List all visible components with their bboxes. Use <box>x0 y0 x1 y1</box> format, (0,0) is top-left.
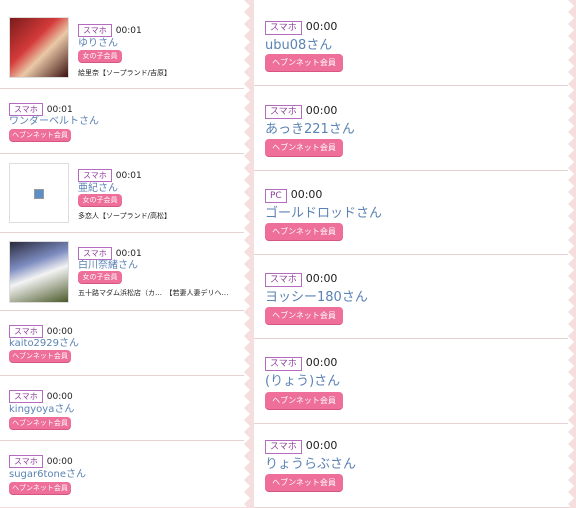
device-badge: スマホ <box>265 21 302 35</box>
user-name-link[interactable]: 亜紀さん <box>78 179 118 194</box>
member-button[interactable]: 女の子会員 <box>78 271 122 283</box>
time-label: 00:00 <box>305 272 338 285</box>
user-name-link[interactable]: ubu08さん <box>265 34 332 53</box>
left-column: スマホ 00:01 ゆりさん 女の子会員 絵里奈【ソープランド/吉原】 スマホ 00… <box>0 0 252 507</box>
member-button[interactable]: 女の子会員 <box>78 194 122 206</box>
time-label: 00:00 <box>305 356 338 369</box>
list-item: スマホ 00:01 亜紀さん 女の子会員 多恋人【ソープランド/高松】 <box>0 154 252 233</box>
member-button[interactable]: ヘブンネット会員 <box>265 307 343 324</box>
user-name-link[interactable]: kaito2929さん <box>9 334 79 349</box>
member-button[interactable]: ヘブンネット会員 <box>9 417 71 429</box>
list-item: スマホ 00:01 ゆりさん 女の子会員 絵里奈【ソープランド/吉原】 <box>0 0 252 89</box>
user-name-link[interactable]: ゆりさん <box>78 34 118 49</box>
time-label: 00:01 <box>115 26 142 36</box>
broken-image-icon <box>34 189 44 199</box>
user-name-link[interactable]: sugar6toneさん <box>9 465 86 480</box>
member-button[interactable]: ヘブンネット会員 <box>265 139 343 156</box>
member-button[interactable]: ヘブンネット会員 <box>265 54 343 71</box>
list-item: スマホ 00:00 りょうらぶさん ヘブンネット会員 <box>254 424 570 508</box>
member-button[interactable]: ヘブンネット会員 <box>9 129 71 141</box>
user-name-link[interactable]: kingyoyaさん <box>9 400 74 415</box>
right-column: スマホ 00:00 ubu08さん ヘブンネット会員 スマホ 00:00 あっき22… <box>254 0 570 508</box>
shop-link[interactable]: 多恋人【ソープランド/高松】 <box>78 211 244 221</box>
zigzag-divider <box>244 0 252 507</box>
member-button[interactable]: 女の子会員 <box>78 50 122 62</box>
member-button[interactable]: ヘブンネット会員 <box>9 482 71 494</box>
user-name-link[interactable]: (りょう)さん <box>265 370 340 389</box>
time-label: 00:00 <box>305 104 338 117</box>
list-item: スマホ 00:00 kingyoyaさん ヘブンネット会員 <box>0 376 252 441</box>
user-name-link[interactable]: りょうらぶさん <box>265 453 356 472</box>
device-badge: スマホ <box>265 440 302 454</box>
list-item: スマホ 00:01 白川奈緒さん 女の子会員 五十路マダム浜松店（カ… 【若妻人妻… <box>0 233 252 311</box>
shop-link[interactable]: 五十路マダム浜松店（カ… 【若妻人妻デリヘ… <box>78 288 244 298</box>
member-button[interactable]: ヘブンネット会員 <box>9 350 71 362</box>
time-label: 00:00 <box>290 188 323 201</box>
list-item: スマホ 00:00 kaito2929さん ヘブンネット会員 <box>0 311 252 376</box>
list-item: PC 00:00 ゴールドロッドさん ヘブンネット会員 <box>254 171 570 255</box>
device-badge: スマホ <box>265 105 302 119</box>
user-name-link[interactable]: あっき221さん <box>265 118 355 137</box>
shop-link[interactable]: 絵里奈【ソープランド/吉原】 <box>78 68 244 78</box>
device-badge: スマホ <box>265 357 302 371</box>
member-button[interactable]: ヘブンネット会員 <box>265 392 343 409</box>
device-badge: スマホ <box>265 273 302 287</box>
device-badge: PC <box>265 189 287 203</box>
list-item: スマホ 00:00 sugar6toneさん ヘブンネット会員 <box>0 441 252 507</box>
time-label: 00:00 <box>305 20 338 33</box>
user-name-link[interactable]: ヨッシー180さん <box>265 286 368 305</box>
image-placeholder <box>9 163 69 223</box>
user-thumbnail[interactable] <box>9 17 69 78</box>
user-name-link[interactable]: ゴールドロッドさん <box>265 202 382 221</box>
user-name-link[interactable]: ワンダーベルトさん <box>9 112 99 127</box>
user-name-link[interactable]: 白川奈緒さん <box>78 256 138 271</box>
list-item: スマホ 00:00 ubu08さん ヘブンネット会員 <box>254 0 570 86</box>
time-label: 00:01 <box>115 171 142 181</box>
user-thumbnail[interactable] <box>9 241 69 303</box>
member-button[interactable]: ヘブンネット会員 <box>265 223 343 240</box>
list-item: スマホ 00:01 ワンダーベルトさん ヘブンネット会員 <box>0 89 252 154</box>
list-item: スマホ 00:00 (りょう)さん ヘブンネット会員 <box>254 339 570 424</box>
member-button[interactable]: ヘブンネット会員 <box>265 474 343 491</box>
list-item: スマホ 00:00 ヨッシー180さん ヘブンネット会員 <box>254 255 570 339</box>
time-label: 00:00 <box>305 439 338 452</box>
zigzag-divider <box>568 0 576 507</box>
list-item: スマホ 00:00 あっき221さん ヘブンネット会員 <box>254 86 570 171</box>
